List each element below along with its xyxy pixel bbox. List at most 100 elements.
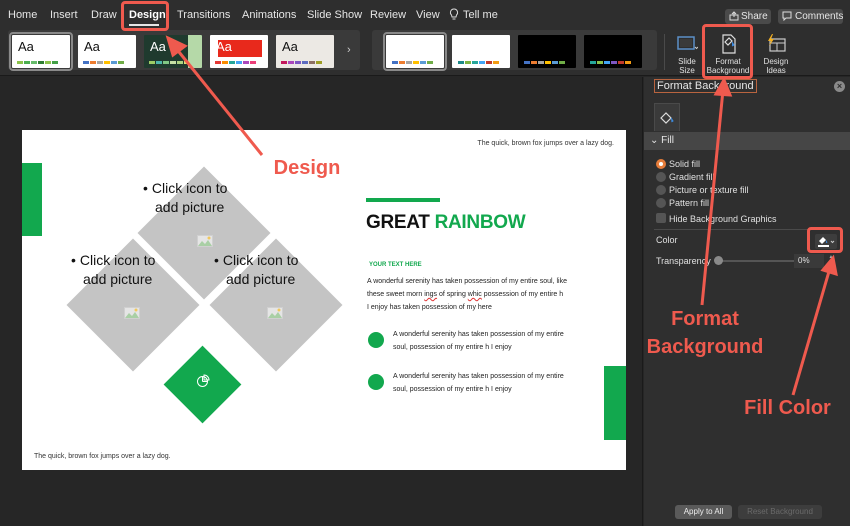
theme-color-swatches [83, 61, 124, 64]
tab-home[interactable]: Home [8, 9, 37, 21]
annotation-highlight-design-tab [121, 1, 169, 31]
design-ideas-button[interactable]: Design Ideas [753, 30, 799, 76]
placeholder-line-2: add picture [226, 271, 296, 287]
theme-thumbnail[interactable]: Aa [276, 35, 334, 68]
color-swatch [590, 61, 596, 64]
tab-transitions[interactable]: Transitions [177, 9, 230, 21]
comments-button[interactable]: Comments [778, 9, 843, 24]
misspelled-word: whic [467, 291, 482, 298]
theme-color-swatches [215, 61, 256, 64]
pane-title: Format Background [654, 79, 757, 93]
color-swatch [229, 61, 235, 64]
bullet-text[interactable]: A wonderful serenity has taken possessio… [393, 370, 588, 396]
variant-thumbnail[interactable] [584, 35, 642, 68]
reset-background-button[interactable]: Reset Background [738, 505, 822, 519]
color-swatch [597, 61, 603, 64]
fill-tab[interactable] [654, 103, 680, 131]
picture-icon[interactable] [267, 307, 283, 319]
annotation-label-format-background: Format Background [630, 305, 780, 361]
slide-size-label-2: Size [679, 66, 695, 75]
theme-thumbnail[interactable]: Aa [9, 32, 73, 71]
color-swatch [184, 61, 190, 64]
pie-chart-icon[interactable] [196, 374, 210, 388]
transparency-stepper[interactable]: ▲ ▼ [827, 254, 835, 268]
solid-fill-label: Solid fill [669, 159, 701, 169]
design-ideas-icon [768, 34, 786, 52]
annotation-highlight-fill-color [807, 227, 843, 253]
bullet-text[interactable]: A wonderful serenity has taken possessio… [393, 328, 588, 354]
placeholder-text-right: • Click icon to add picture [214, 252, 299, 287]
title-text-green: RAINBOW [434, 212, 526, 233]
themes-gallery: Aa Aa Aa Aa Aa › [8, 30, 360, 71]
theme-thumbnail[interactable]: Aa [144, 35, 202, 68]
picture-icon[interactable] [124, 307, 140, 319]
variant-thumbnail[interactable] [518, 35, 576, 68]
share-button[interactable]: Share [725, 9, 771, 24]
color-swatch [427, 61, 433, 64]
pattern-fill-radio[interactable] [656, 198, 666, 208]
solid-fill-radio[interactable] [656, 159, 666, 169]
tab-slide-show[interactable]: Slide Show [307, 9, 362, 21]
hide-background-graphics-checkbox[interactable] [656, 213, 666, 223]
transparency-slider-track[interactable] [716, 260, 794, 262]
color-swatch [31, 61, 37, 64]
tab-draw[interactable]: Draw [91, 9, 117, 21]
color-swatch [281, 61, 287, 64]
theme-color-swatches [17, 61, 58, 64]
color-swatch [17, 61, 23, 64]
share-label: Share [741, 11, 768, 22]
theme-thumbnail[interactable]: Aa [210, 35, 268, 68]
tab-view[interactable]: View [416, 9, 440, 21]
picture-texture-fill-label: Picture or texture fill [669, 185, 749, 195]
color-swatch [236, 61, 242, 64]
transparency-label: Transparency [656, 256, 711, 266]
slide-body-text[interactable]: A wonderful serenity has taken possessio… [367, 275, 597, 314]
design-ideas-label-1: Design [763, 57, 789, 66]
color-swatch [170, 61, 176, 64]
slide-size-label-1: Slide [678, 57, 696, 66]
placeholder-line-1: Click icon to [151, 180, 228, 196]
variant-color-swatches [458, 61, 499, 64]
slide-title[interactable]: GREAT RAINBOW [366, 212, 526, 234]
color-swatch [38, 61, 44, 64]
color-swatch [215, 61, 221, 64]
picture-texture-fill-radio[interactable] [656, 185, 666, 195]
color-swatch [90, 61, 96, 64]
more-themes-chevron-icon[interactable]: › [347, 44, 351, 56]
color-swatch [552, 61, 558, 64]
transparency-slider-handle[interactable] [714, 256, 723, 265]
color-swatch [163, 61, 169, 64]
color-label: Color [656, 235, 678, 245]
color-swatch [243, 61, 249, 64]
body-line-2a: these sweet morn [367, 291, 425, 298]
placeholder-text-top: • Click icon to add picture [143, 180, 228, 215]
fill-section-header[interactable]: ⌄ Fill [644, 132, 850, 150]
tab-animations[interactable]: Animations [242, 9, 296, 21]
color-swatch [524, 61, 530, 64]
slide-size-icon [677, 36, 698, 50]
picture-icon[interactable] [197, 235, 213, 247]
tell-me-search[interactable]: Tell me [463, 9, 498, 21]
apply-to-all-button[interactable]: Apply to All [675, 505, 732, 519]
close-icon[interactable]: × [834, 81, 845, 92]
theme-thumbnail[interactable]: Aa [78, 35, 136, 68]
slide-subheading[interactable]: YOUR TEXT HERE [369, 262, 422, 268]
annotation-highlight-format-background [702, 24, 753, 79]
transparency-input[interactable]: 0% [794, 254, 824, 268]
color-swatch [406, 61, 412, 64]
theme-sample-text: Aa [18, 39, 34, 54]
variant-thumbnail[interactable] [383, 32, 447, 71]
tab-insert[interactable]: Insert [50, 9, 78, 21]
annotation-label-fill-color: Fill Color [744, 397, 831, 419]
pattern-fill-label: Pattern fill [669, 198, 710, 208]
color-swatch [625, 61, 631, 64]
color-swatch [531, 61, 537, 64]
placeholder-line-2: add picture [83, 271, 153, 287]
color-swatch [399, 61, 405, 64]
theme-sample-text: Aa [282, 39, 298, 54]
color-swatch [486, 61, 492, 64]
tab-review[interactable]: Review [370, 9, 406, 21]
gradient-fill-radio[interactable] [656, 172, 666, 182]
variant-thumbnail[interactable] [452, 35, 510, 68]
color-swatch [156, 61, 162, 64]
